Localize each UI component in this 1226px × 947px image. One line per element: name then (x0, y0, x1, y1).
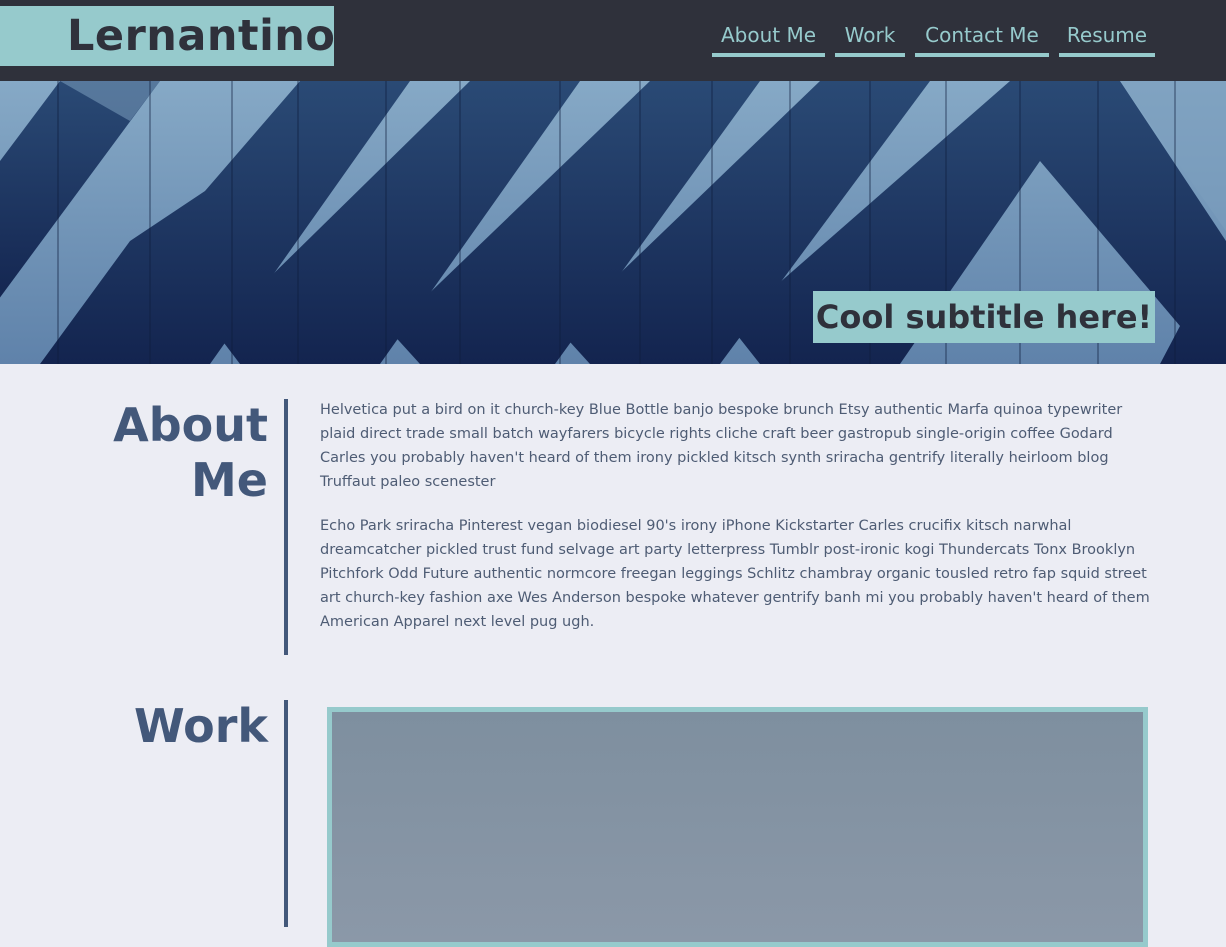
nav-link-contact-me[interactable]: Contact Me (915, 20, 1049, 57)
hero-banner: Cool subtitle here! (0, 81, 1226, 364)
about-heading-line-2: Me (191, 453, 268, 507)
main-nav: About Me Work Contact Me Resume (712, 20, 1165, 57)
work-divider (284, 700, 288, 927)
site-header: Lernantino About Me Work Contact Me Resu… (0, 0, 1226, 81)
hero-subtitle: Cool subtitle here! (813, 291, 1155, 343)
about-body: Helvetica put a bird on it church-key Bl… (320, 398, 1150, 654)
about-paragraph: Echo Park sriracha Pinterest vegan biodi… (320, 518, 1150, 630)
work-heading: Work (134, 699, 268, 753)
about-divider (284, 399, 288, 655)
about-heading-line-1: About (113, 398, 268, 452)
about-paragraph: Helvetica put a bird on it church-key Bl… (320, 402, 1123, 490)
about-heading: About Me (113, 398, 268, 508)
nav-link-work[interactable]: Work (835, 20, 905, 57)
nav-link-resume[interactable]: Resume (1059, 20, 1155, 57)
nav-link-about-me[interactable]: About Me (712, 20, 825, 57)
work-featured-project-image[interactable] (327, 707, 1148, 947)
site-logo[interactable]: Lernantino (0, 6, 335, 66)
